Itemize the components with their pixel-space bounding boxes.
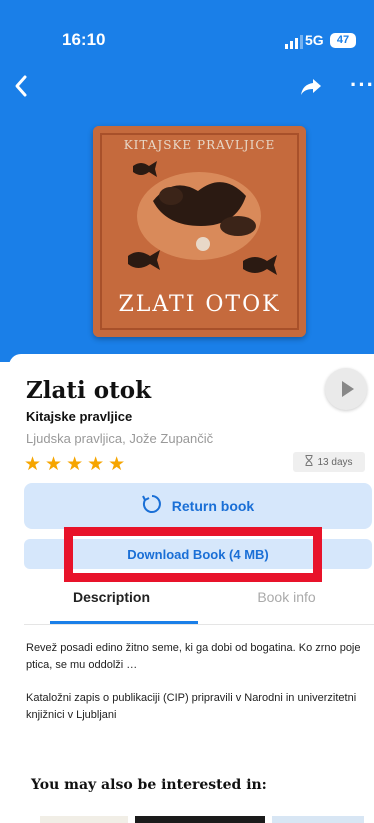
play-icon[interactable] — [325, 368, 367, 410]
star-rating: ★★★★★ — [24, 454, 130, 475]
tabs-divider — [24, 624, 374, 625]
back-icon[interactable] — [14, 74, 28, 102]
tab-book-info[interactable]: Book info — [214, 589, 359, 605]
return-book-label: Return book — [171, 498, 255, 514]
top-nav: ··· — [0, 72, 374, 104]
book-title: Zlati otok — [26, 377, 152, 404]
return-book-button[interactable]: Return book — [24, 483, 372, 529]
status-time: 16:10 — [62, 30, 106, 49]
refresh-icon — [141, 494, 162, 519]
cover-subtitle: KITAJSKE PRAVLJICE — [123, 138, 276, 152]
recommendation-card[interactable] — [40, 816, 128, 823]
description-paragraph: Revež posadi edino žitno seme, ki ga dob… — [26, 642, 361, 671]
tab-description[interactable]: Description — [24, 589, 199, 605]
book-authors: Ljudska pravljica, Jože Zupančič — [26, 431, 214, 446]
loan-days-badge: 13 days — [293, 452, 365, 472]
hourglass-icon — [305, 455, 313, 469]
book-subtitle: Kitajske pravljice — [26, 409, 133, 424]
cip-note: Kataložni zapis o publikaciji (CIP) prip… — [26, 692, 357, 721]
highlight-box — [64, 527, 322, 582]
loan-days-label: 13 days — [317, 456, 353, 468]
recommendation-card[interactable] — [272, 816, 364, 823]
signal-icon — [285, 35, 303, 49]
more-options-icon[interactable]: ··· — [350, 72, 374, 98]
network-label: 5G — [305, 32, 324, 48]
battery-icon: 47 — [330, 33, 356, 48]
cover-title: ZLATI OTOK — [118, 292, 281, 317]
share-icon[interactable] — [300, 78, 322, 101]
recommendation-card[interactable] — [135, 816, 265, 823]
recommendations-heading: You may also be interested in: — [31, 777, 267, 793]
book-cover: KITAJSKE PRAVLJICE ZLATI OTOK — [93, 126, 306, 337]
status-bar: 16:10 5G 47 — [0, 30, 374, 54]
